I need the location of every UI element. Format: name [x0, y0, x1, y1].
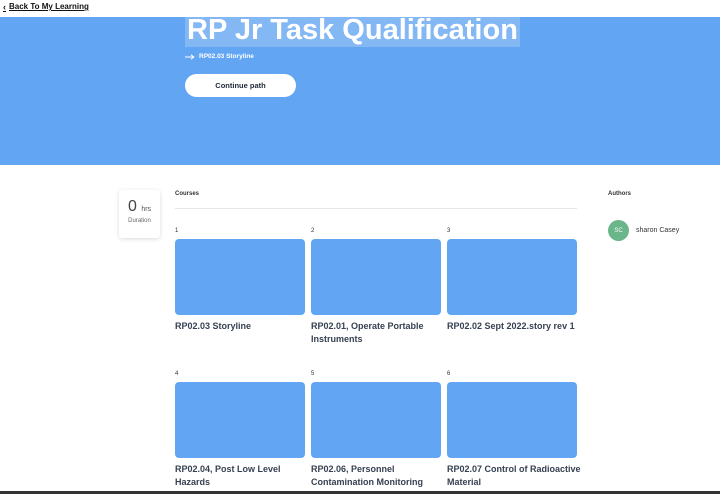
duration-card: 0 hrs Duration	[119, 190, 160, 238]
course-thumbnail[interactable]	[175, 382, 305, 458]
courses-heading: Courses	[175, 191, 200, 197]
course-title[interactable]: RP02.03 Storyline	[175, 320, 310, 333]
continue-path-button[interactable]: Continue path	[185, 74, 296, 97]
course-number: 1	[175, 228, 179, 234]
back-to-learning-link[interactable]: ‹ Back To My Learning	[3, 2, 89, 11]
course-number: 2	[311, 228, 315, 234]
duration-number: 0	[127, 198, 137, 215]
duration-label: Duration	[128, 218, 151, 224]
duration-value: 0 hrs	[119, 198, 160, 216]
course-thumbnail[interactable]	[175, 239, 305, 315]
course-title[interactable]: RP02.04, Post Low Level Hazards	[175, 463, 310, 488]
chevron-left-icon: ‹	[3, 1, 6, 12]
divider	[175, 208, 577, 209]
authors-heading: Authors	[608, 191, 631, 197]
current-course-link[interactable]: RP02.03 Storyline	[185, 53, 254, 60]
course-title[interactable]: RP02.07 Control of Radioactive Material	[447, 463, 582, 488]
course-title[interactable]: RP02.01, Operate Portable Instruments	[311, 320, 446, 345]
course-number: 5	[311, 371, 315, 377]
avatar: SC	[608, 220, 629, 241]
arrow-right-icon	[185, 53, 195, 60]
top-bar: ‹ Back To My Learning	[0, 0, 720, 17]
duration-unit: hrs	[141, 206, 152, 213]
hero-banner: RP Jr Task Qualification RP02.03 Storyli…	[0, 17, 720, 165]
course-number: 6	[447, 371, 451, 377]
course-thumbnail[interactable]	[311, 382, 441, 458]
author-item[interactable]: SC sharon Casey	[608, 220, 679, 241]
course-number: 3	[447, 228, 451, 234]
course-thumbnail[interactable]	[311, 239, 441, 315]
course-title[interactable]: RP02.02 Sept 2022.story rev 1	[447, 320, 582, 333]
course-number: 4	[175, 371, 179, 377]
course-thumbnail[interactable]	[447, 239, 577, 315]
course-title[interactable]: RP02.06, Personnel Contamination Monitor…	[311, 463, 446, 488]
course-thumbnail[interactable]	[447, 382, 577, 458]
back-link-label: Back To My Learning	[9, 2, 89, 11]
current-course-label: RP02.03 Storyline	[199, 53, 254, 60]
page-title: RP Jr Task Qualification	[185, 17, 520, 47]
author-name[interactable]: sharon Casey	[636, 227, 679, 234]
